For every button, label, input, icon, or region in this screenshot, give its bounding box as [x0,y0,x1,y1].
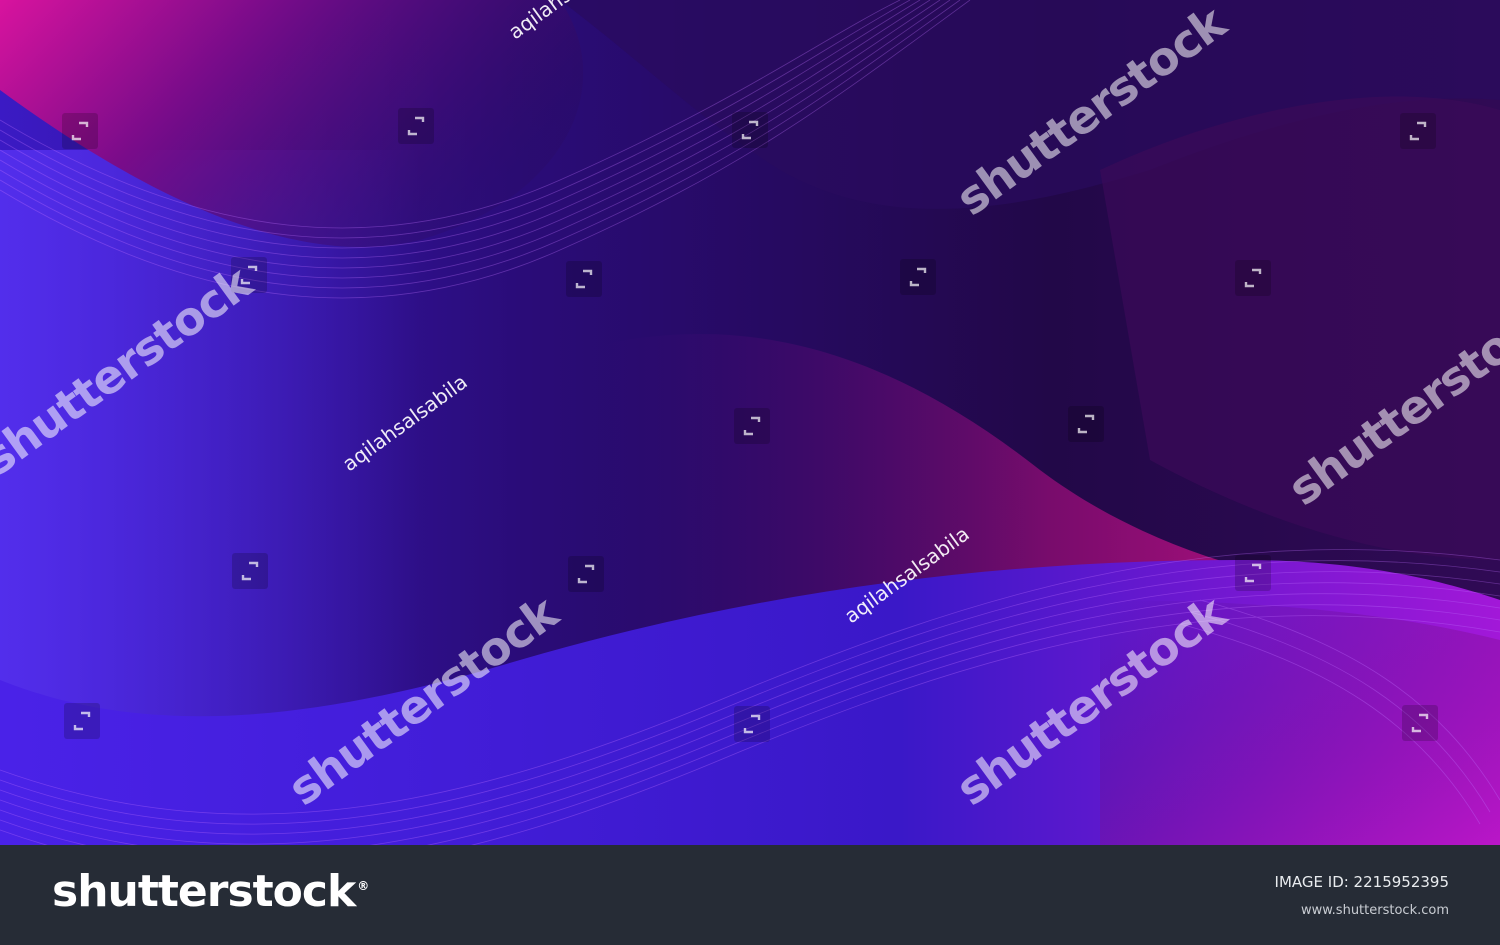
shutterstock-frame-icon [1235,260,1271,296]
registered-mark-icon: ® [357,879,369,894]
shutterstock-frame-icon [568,556,604,592]
abstract-wave-artwork: shutterstock shutterstock shutterstock s… [0,0,1500,845]
logo-text: shutterstock [52,866,356,917]
stock-image-preview: shutterstock shutterstock shutterstock s… [0,0,1500,945]
shutterstock-frame-icon [232,553,268,589]
image-id-label: IMAGE ID: 2215952395 [1274,873,1449,891]
shutterstock-frame-icon [1402,705,1438,741]
site-url-link[interactable]: www.shutterstock.com [1301,903,1449,918]
shutterstock-frame-icon [64,703,100,739]
shutterstock-frame-icon [900,259,936,295]
shutterstock-logo[interactable]: shutterstock ® [52,866,369,917]
shutterstock-frame-icon [732,112,768,148]
shutterstock-frame-icon [398,108,434,144]
shutterstock-frame-icon [734,706,770,742]
shutterstock-frame-icon [734,408,770,444]
shutterstock-frame-icon [566,261,602,297]
shutterstock-frame-icon [1068,406,1104,442]
shutterstock-frame-icon [1400,113,1436,149]
shutterstock-frame-icon [1235,555,1271,591]
shutterstock-frame-icon [62,113,98,149]
